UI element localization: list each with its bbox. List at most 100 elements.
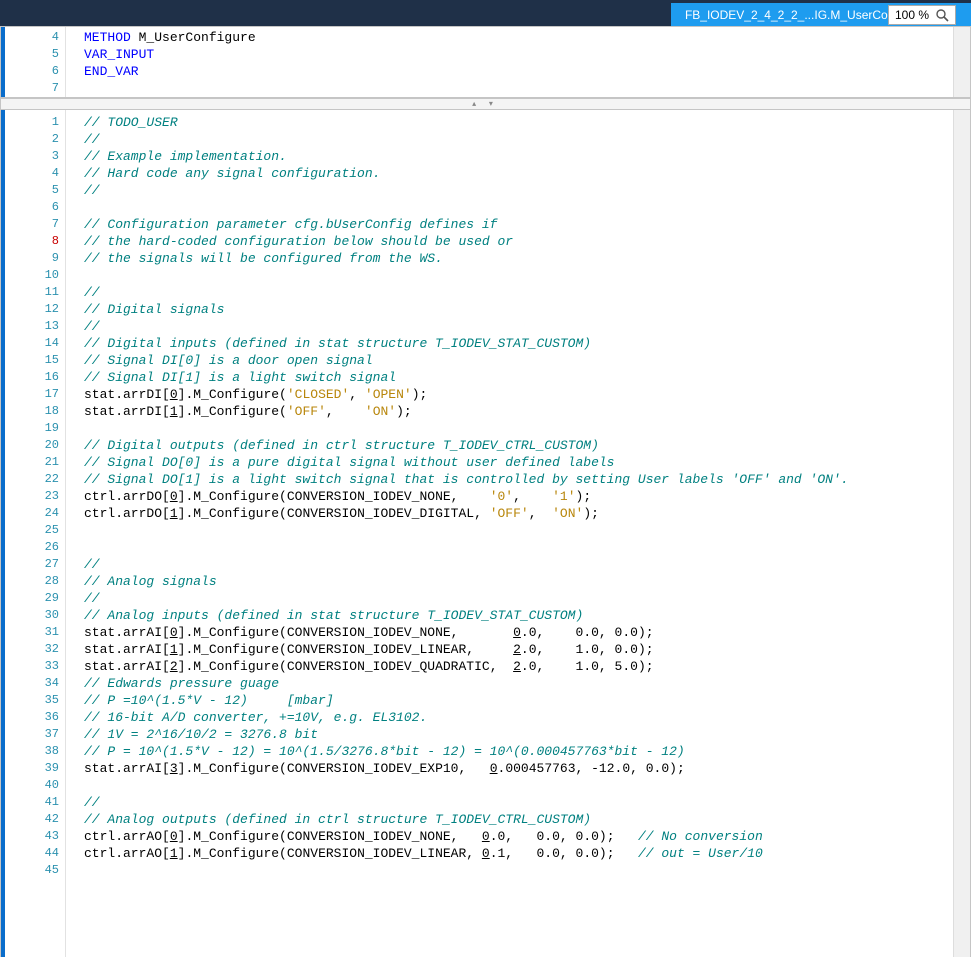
- line-number: 15: [1, 352, 59, 369]
- line-number: 29: [1, 590, 59, 607]
- code-line[interactable]: [84, 539, 953, 556]
- code-line[interactable]: // Digital inputs (defined in stat struc…: [84, 335, 953, 352]
- implementation-pane[interactable]: 1234567891011121314151617181920212223242…: [1, 110, 970, 957]
- declaration-line-gutter: 4567: [1, 27, 66, 97]
- code-line[interactable]: //: [84, 131, 953, 148]
- code-line[interactable]: // Signal DO[1] is a light switch signal…: [84, 471, 953, 488]
- code-line[interactable]: stat.arrDI[0].M_Configure('CLOSED', 'OPE…: [84, 386, 953, 403]
- magnifier-icon: [935, 8, 949, 22]
- line-number: 1: [1, 114, 59, 131]
- line-number: 36: [1, 709, 59, 726]
- line-number: 18: [1, 403, 59, 420]
- code-line[interactable]: // Analog signals: [84, 573, 953, 590]
- code-line[interactable]: // TODO_USER: [84, 114, 953, 131]
- line-number: 10: [1, 267, 59, 284]
- code-line[interactable]: // 16-bit A/D converter, +=10V, e.g. EL3…: [84, 709, 953, 726]
- code-line[interactable]: ctrl.arrDO[0].M_Configure(CONVERSION_IOD…: [84, 488, 953, 505]
- line-number: 43: [1, 828, 59, 845]
- line-number: 35: [1, 692, 59, 709]
- code-line[interactable]: ctrl.arrDO[1].M_Configure(CONVERSION_IOD…: [84, 505, 953, 522]
- code-line[interactable]: // P = 10^(1.5*V - 12) = 10^(1.5/3276.8*…: [84, 743, 953, 760]
- code-line[interactable]: // Analog outputs (defined in ctrl struc…: [84, 811, 953, 828]
- code-line[interactable]: stat.arrAI[1].M_Configure(CONVERSION_IOD…: [84, 641, 953, 658]
- code-line[interactable]: stat.arrAI[0].M_Configure(CONVERSION_IOD…: [84, 624, 953, 641]
- code-line[interactable]: //: [84, 182, 953, 199]
- line-number: 41: [1, 794, 59, 811]
- change-marker: [1, 27, 5, 97]
- code-line[interactable]: // Edwards pressure guage: [84, 675, 953, 692]
- line-number: 20: [1, 437, 59, 454]
- code-line[interactable]: // the signals will be configured from t…: [84, 250, 953, 267]
- implementation-line-gutter: 1234567891011121314151617181920212223242…: [1, 110, 66, 957]
- code-line[interactable]: // 1V = 2^16/10/2 = 3276.8 bit: [84, 726, 953, 743]
- line-number: 40: [1, 777, 59, 794]
- code-line[interactable]: // Signal DI[0] is a door open signal: [84, 352, 953, 369]
- line-number: 37: [1, 726, 59, 743]
- line-number: 6: [1, 63, 59, 80]
- line-number: 42: [1, 811, 59, 828]
- code-line[interactable]: [84, 862, 953, 879]
- line-number: 27: [1, 556, 59, 573]
- zoom-label: 100 %: [895, 8, 929, 22]
- code-line[interactable]: [84, 777, 953, 794]
- line-number: 34: [1, 675, 59, 692]
- code-line[interactable]: // P =10^(1.5*V - 12) [mbar]: [84, 692, 953, 709]
- code-line[interactable]: [84, 199, 953, 216]
- implementation-code[interactable]: // TODO_USER//// Example implementation.…: [66, 110, 953, 957]
- line-number: 30: [1, 607, 59, 624]
- line-number: 4: [1, 165, 59, 182]
- code-line[interactable]: //: [84, 318, 953, 335]
- code-line[interactable]: [84, 420, 953, 437]
- line-number: 3: [1, 148, 59, 165]
- zoom-indicator[interactable]: 100 %: [888, 5, 956, 25]
- code-line[interactable]: // Configuration parameter cfg.bUserConf…: [84, 216, 953, 233]
- code-line[interactable]: stat.arrDI[1].M_Configure('OFF', 'ON');: [84, 403, 953, 420]
- code-line[interactable]: VAR_INPUT: [84, 46, 953, 63]
- code-line[interactable]: [84, 522, 953, 539]
- code-line[interactable]: END_VAR: [84, 63, 953, 80]
- code-line[interactable]: ctrl.arrAO[0].M_Configure(CONVERSION_IOD…: [84, 828, 953, 845]
- line-number: 33: [1, 658, 59, 675]
- line-number: 5: [1, 46, 59, 63]
- declaration-pane[interactable]: 4567 METHOD M_UserConfigureVAR_INPUTEND_…: [1, 27, 970, 98]
- line-number: 5: [1, 182, 59, 199]
- code-line[interactable]: // Hard code any signal configuration.: [84, 165, 953, 182]
- line-number: 26: [1, 539, 59, 556]
- code-line[interactable]: // Digital signals: [84, 301, 953, 318]
- vertical-scrollbar[interactable]: [953, 27, 970, 97]
- code-line[interactable]: // Digital outputs (defined in ctrl stru…: [84, 437, 953, 454]
- line-number: 6: [1, 199, 59, 216]
- line-number: 17: [1, 386, 59, 403]
- line-number: 12: [1, 301, 59, 318]
- code-line[interactable]: // Analog inputs (defined in stat struct…: [84, 607, 953, 624]
- code-line[interactable]: //: [84, 556, 953, 573]
- code-line[interactable]: ctrl.arrAO[1].M_Configure(CONVERSION_IOD…: [84, 845, 953, 862]
- pane-splitter[interactable]: [1, 98, 970, 110]
- code-line[interactable]: [84, 80, 953, 97]
- code-line[interactable]: // the hard-coded configuration below sh…: [84, 233, 953, 250]
- vertical-scrollbar[interactable]: [953, 110, 970, 957]
- code-line[interactable]: // Signal DO[0] is a pure digital signal…: [84, 454, 953, 471]
- line-number: 7: [1, 216, 59, 233]
- line-number: 39: [1, 760, 59, 777]
- line-number: 19: [1, 420, 59, 437]
- code-line[interactable]: //: [84, 284, 953, 301]
- code-line[interactable]: stat.arrAI[2].M_Configure(CONVERSION_IOD…: [84, 658, 953, 675]
- code-line[interactable]: // Example implementation.: [84, 148, 953, 165]
- code-line[interactable]: //: [84, 590, 953, 607]
- code-line[interactable]: METHOD M_UserConfigure: [84, 29, 953, 46]
- line-number: 23: [1, 488, 59, 505]
- line-number: 32: [1, 641, 59, 658]
- editor-panel: 4567 METHOD M_UserConfigureVAR_INPUTEND_…: [0, 26, 971, 957]
- code-line[interactable]: // Signal DI[1] is a light switch signal: [84, 369, 953, 386]
- line-number: 31: [1, 624, 59, 641]
- line-number: 38: [1, 743, 59, 760]
- line-number: 11: [1, 284, 59, 301]
- line-number: 8: [1, 233, 59, 250]
- code-line[interactable]: [84, 267, 953, 284]
- code-line[interactable]: //: [84, 794, 953, 811]
- declaration-code[interactable]: METHOD M_UserConfigureVAR_INPUTEND_VAR: [66, 27, 953, 97]
- splitter-grip-icon: [469, 101, 503, 107]
- line-number: 21: [1, 454, 59, 471]
- code-line[interactable]: stat.arrAI[3].M_Configure(CONVERSION_IOD…: [84, 760, 953, 777]
